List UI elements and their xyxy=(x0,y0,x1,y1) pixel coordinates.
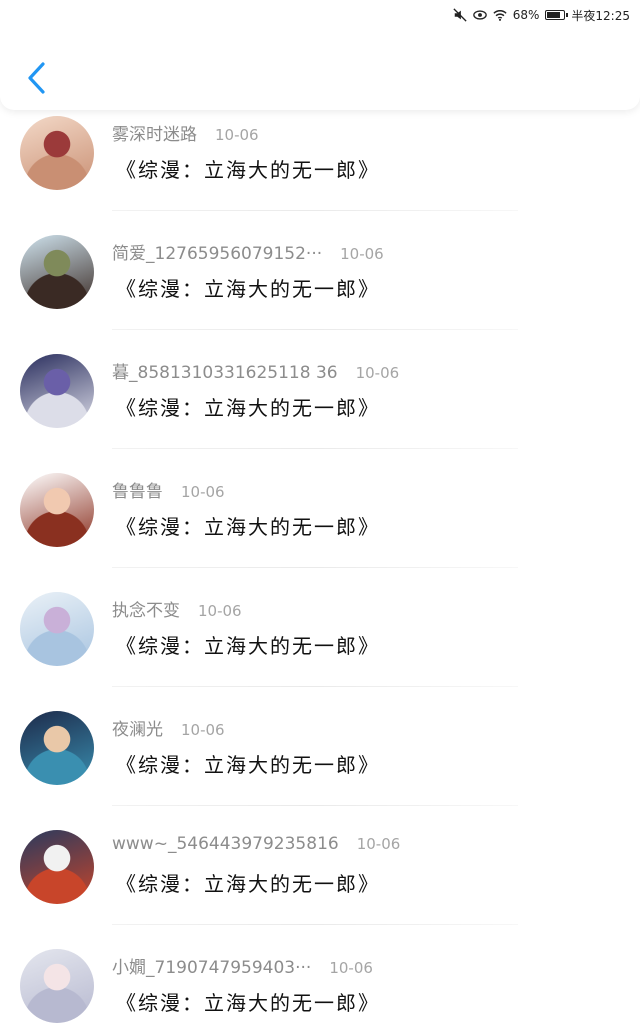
username[interactable]: 执念不变 xyxy=(112,596,180,621)
clock: 半夜12:25 xyxy=(571,8,630,23)
comment-item[interactable]: 暮_8581310331625118 36 10-06 《综漫：立海大的无一郎》 xyxy=(0,344,640,463)
comment-meta: 简爱_12765956079152··· 10-06 xyxy=(112,239,384,264)
username[interactable]: 暮_8581310331625118 36 xyxy=(112,358,338,383)
comment-item[interactable]: 简爱_12765956079152··· 10-06 《综漫：立海大的无一郎》 xyxy=(0,225,640,344)
battery-percent: 68% xyxy=(512,8,540,22)
user-avatar[interactable] xyxy=(20,949,94,1023)
comment-date: 10-06 xyxy=(355,364,400,382)
comment-text: 《综漫：立海大的无一郎》 xyxy=(116,991,380,1015)
comment-text: 《综漫：立海大的无一郎》 xyxy=(116,158,380,182)
comment-text: 《综漫：立海大的无一郎》 xyxy=(116,396,380,420)
comment-meta: 暮_8581310331625118 36 10-06 xyxy=(112,358,399,383)
username[interactable]: 鲁鲁鲁 xyxy=(112,477,163,502)
battery-icon xyxy=(545,10,569,20)
user-avatar[interactable] xyxy=(20,830,94,904)
comment-meta: 小嫺_7190747959403··· 10-06 xyxy=(112,953,373,978)
comment-meta: 鲁鲁鲁 10-06 xyxy=(112,477,225,502)
back-button[interactable] xyxy=(18,58,54,98)
comment-date: 10-06 xyxy=(181,483,225,501)
comment-item[interactable]: 雾深时迷路 10-06 《综漫：立海大的无一郎》 xyxy=(0,106,640,225)
user-avatar[interactable] xyxy=(20,116,94,190)
comment-text: 《综漫：立海大的无一郎》 xyxy=(116,753,380,777)
username[interactable]: 夜澜光 xyxy=(112,715,163,740)
comment-item[interactable]: 夜澜光 10-06 《综漫：立海大的无一郎》 xyxy=(0,701,640,820)
user-avatar[interactable] xyxy=(20,592,94,666)
comment-date: 10-06 xyxy=(198,602,242,620)
divider xyxy=(112,329,518,330)
divider xyxy=(112,686,518,687)
divider xyxy=(112,567,518,568)
username[interactable]: www~_546443979235816 xyxy=(112,834,339,854)
divider xyxy=(112,805,518,806)
chevron-left-icon xyxy=(28,62,45,94)
comment-meta: www~_546443979235816 10-06 xyxy=(112,834,400,854)
comment-item[interactable]: 小嫺_7190747959403··· 10-06 《综漫：立海大的无一郎》 xyxy=(0,939,640,1024)
username[interactable]: 小嫺_7190747959403··· xyxy=(112,953,311,978)
divider xyxy=(112,924,518,925)
comment-text: 《综漫：立海大的无一郎》 xyxy=(116,515,380,539)
divider xyxy=(112,448,518,449)
comment-text: 《综漫：立海大的无一郎》 xyxy=(116,277,380,301)
comment-date: 10-06 xyxy=(340,245,384,263)
battery-level-fill xyxy=(547,12,560,18)
comment-date: 10-06 xyxy=(356,835,401,853)
mute-icon xyxy=(453,8,467,22)
comment-list: 雾深时迷路 10-06 《综漫：立海大的无一郎》 简爱_12765956079152·… xyxy=(0,106,640,1024)
user-avatar[interactable] xyxy=(20,711,94,785)
screen: 68% 半夜12:25 雾深时迷路 10-06 《综漫：立海大的无一郎》 简爱_127… xyxy=(0,0,640,1024)
divider xyxy=(112,210,518,211)
username[interactable]: 雾深时迷路 xyxy=(112,120,197,145)
comment-date: 10-06 xyxy=(215,126,259,144)
username[interactable]: 简爱_12765956079152··· xyxy=(112,239,322,264)
comment-meta: 雾深时迷路 10-06 xyxy=(112,120,259,145)
comment-meta: 执念不变 10-06 xyxy=(112,596,242,621)
user-avatar[interactable] xyxy=(20,354,94,428)
comment-text: 《综漫：立海大的无一郎》 xyxy=(116,634,380,658)
comment-date: 10-06 xyxy=(181,721,225,739)
wifi-icon xyxy=(493,10,507,21)
top-bar: 68% 半夜12:25 xyxy=(0,0,640,110)
comment-text: 《综漫：立海大的无一郎》 xyxy=(116,872,380,896)
comment-item[interactable]: www~_546443979235816 10-06 《综漫：立海大的无一郎》 xyxy=(0,820,640,939)
status-bar: 68% 半夜12:25 xyxy=(0,0,640,30)
eye-comfort-icon xyxy=(472,10,487,20)
comment-item[interactable]: 鲁鲁鲁 10-06 《综漫：立海大的无一郎》 xyxy=(0,463,640,582)
comment-meta: 夜澜光 10-06 xyxy=(112,715,225,740)
comment-date: 10-06 xyxy=(329,959,373,977)
user-avatar[interactable] xyxy=(20,473,94,547)
user-avatar[interactable] xyxy=(20,235,94,309)
comment-item[interactable]: 执念不变 10-06 《综漫：立海大的无一郎》 xyxy=(0,582,640,701)
